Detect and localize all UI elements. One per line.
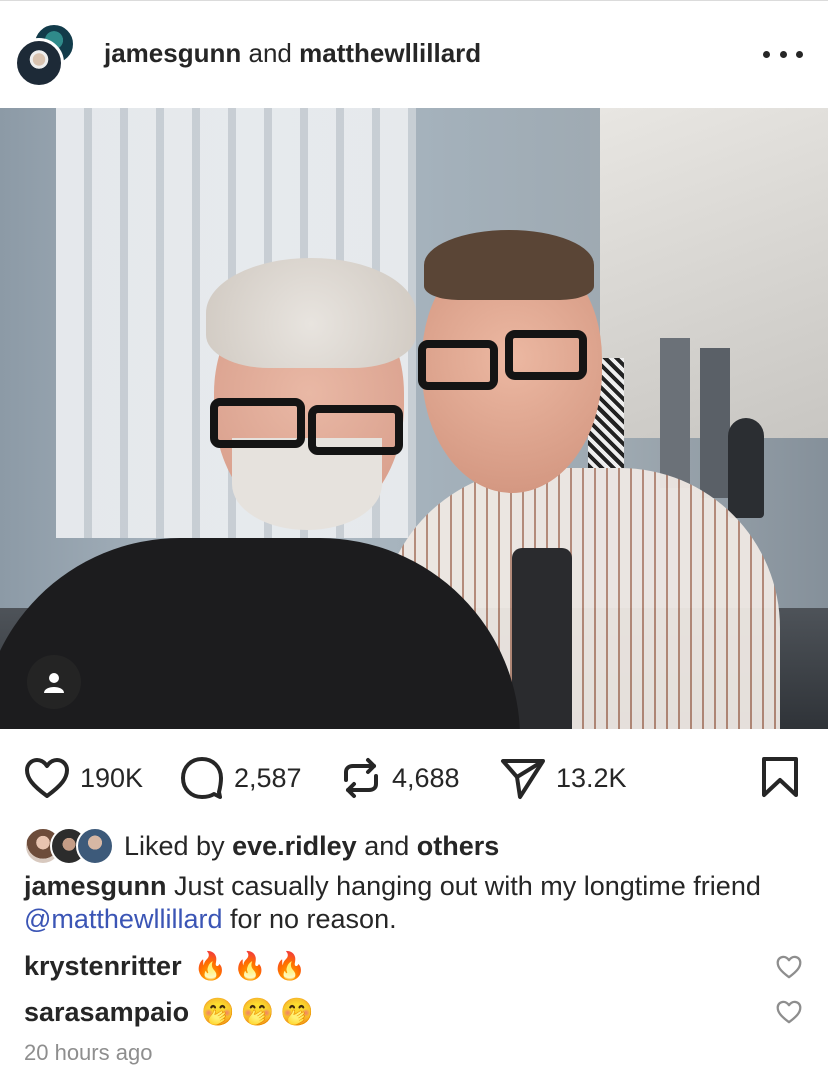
repost-count: 4,688 (392, 762, 460, 793)
photo-tie (512, 548, 572, 729)
comment-username[interactable]: sarasampaio (24, 997, 189, 1028)
comment-row: sarasampaio 🤭🤭🤭 (24, 992, 814, 1032)
author-matthewllillard[interactable]: matthewllillard (299, 38, 481, 68)
like-button[interactable]: 190K (24, 748, 143, 808)
save-button[interactable] (760, 756, 800, 803)
comment-like-icon[interactable] (776, 955, 802, 979)
heart-icon (25, 758, 69, 798)
photo-background-person (728, 418, 764, 518)
photo-glasses-lens (210, 398, 305, 448)
caption-username[interactable]: jamesgunn (24, 871, 167, 901)
author-jamesgunn[interactable]: jamesgunn (104, 38, 241, 68)
liked-by-row[interactable]: Liked by eve.ridley and others (24, 826, 499, 866)
liked-by-user[interactable]: eve.ridley (232, 831, 357, 861)
post-photo[interactable] (0, 108, 828, 729)
photo-door (660, 338, 690, 488)
collab-avatars[interactable] (14, 22, 80, 88)
post-header: jamesgunn and matthewllillard (0, 0, 828, 108)
comment-text: 🔥🔥🔥 (193, 951, 313, 981)
post-timestamp: 20 hours ago (24, 1040, 153, 1065)
repost-icon (344, 758, 378, 798)
liked-by-others[interactable]: others (417, 831, 500, 861)
photo-glasses-lens (418, 340, 498, 390)
comment-username[interactable]: krystenritter (24, 951, 182, 982)
liked-by-text: Liked by eve.ridley and others (124, 831, 499, 862)
caption-mention[interactable]: @matthewllillard (24, 904, 222, 934)
comment-icon (181, 757, 223, 799)
liked-by-prefix: Liked by (124, 830, 225, 861)
ellipsis-icon[interactable] (760, 36, 806, 72)
share-button[interactable]: 13.2K (500, 748, 627, 808)
post-authors: jamesgunn and matthewllillard (104, 38, 481, 69)
share-count: 13.2K (556, 762, 627, 793)
liker-avatar (76, 827, 114, 865)
liked-by-joiner: and (364, 830, 410, 861)
repost-button[interactable]: 4,688 (340, 748, 460, 808)
comment-text: 🤭🤭🤭 (201, 997, 320, 1027)
photo-glasses-lens (505, 330, 587, 380)
caption-text-end: for no reason. (229, 904, 397, 934)
comment-button[interactable]: 2,587 (180, 748, 302, 808)
share-icon (501, 759, 545, 799)
post-caption: jamesgunn Just casually hanging out with… (24, 870, 784, 936)
like-count: 190K (80, 762, 144, 793)
comment-count: 2,587 (234, 762, 302, 793)
bookmark-icon (762, 757, 798, 797)
avatar-jamesgunn[interactable] (14, 38, 64, 88)
comment-like-icon[interactable] (776, 1000, 802, 1024)
photo-door (700, 348, 730, 498)
caption-text: Just casually hanging out with my longti… (174, 871, 761, 901)
post-actions: 190K 2,587 4,688 13.2K (0, 748, 828, 808)
photo-left-hair (206, 258, 416, 368)
photo-glasses-lens (308, 405, 403, 455)
photo-right-hair (424, 230, 594, 300)
user-tag-icon[interactable] (27, 655, 81, 709)
author-joiner: and (248, 38, 292, 68)
comment-row: krystenritter 🔥🔥🔥 (24, 946, 814, 986)
